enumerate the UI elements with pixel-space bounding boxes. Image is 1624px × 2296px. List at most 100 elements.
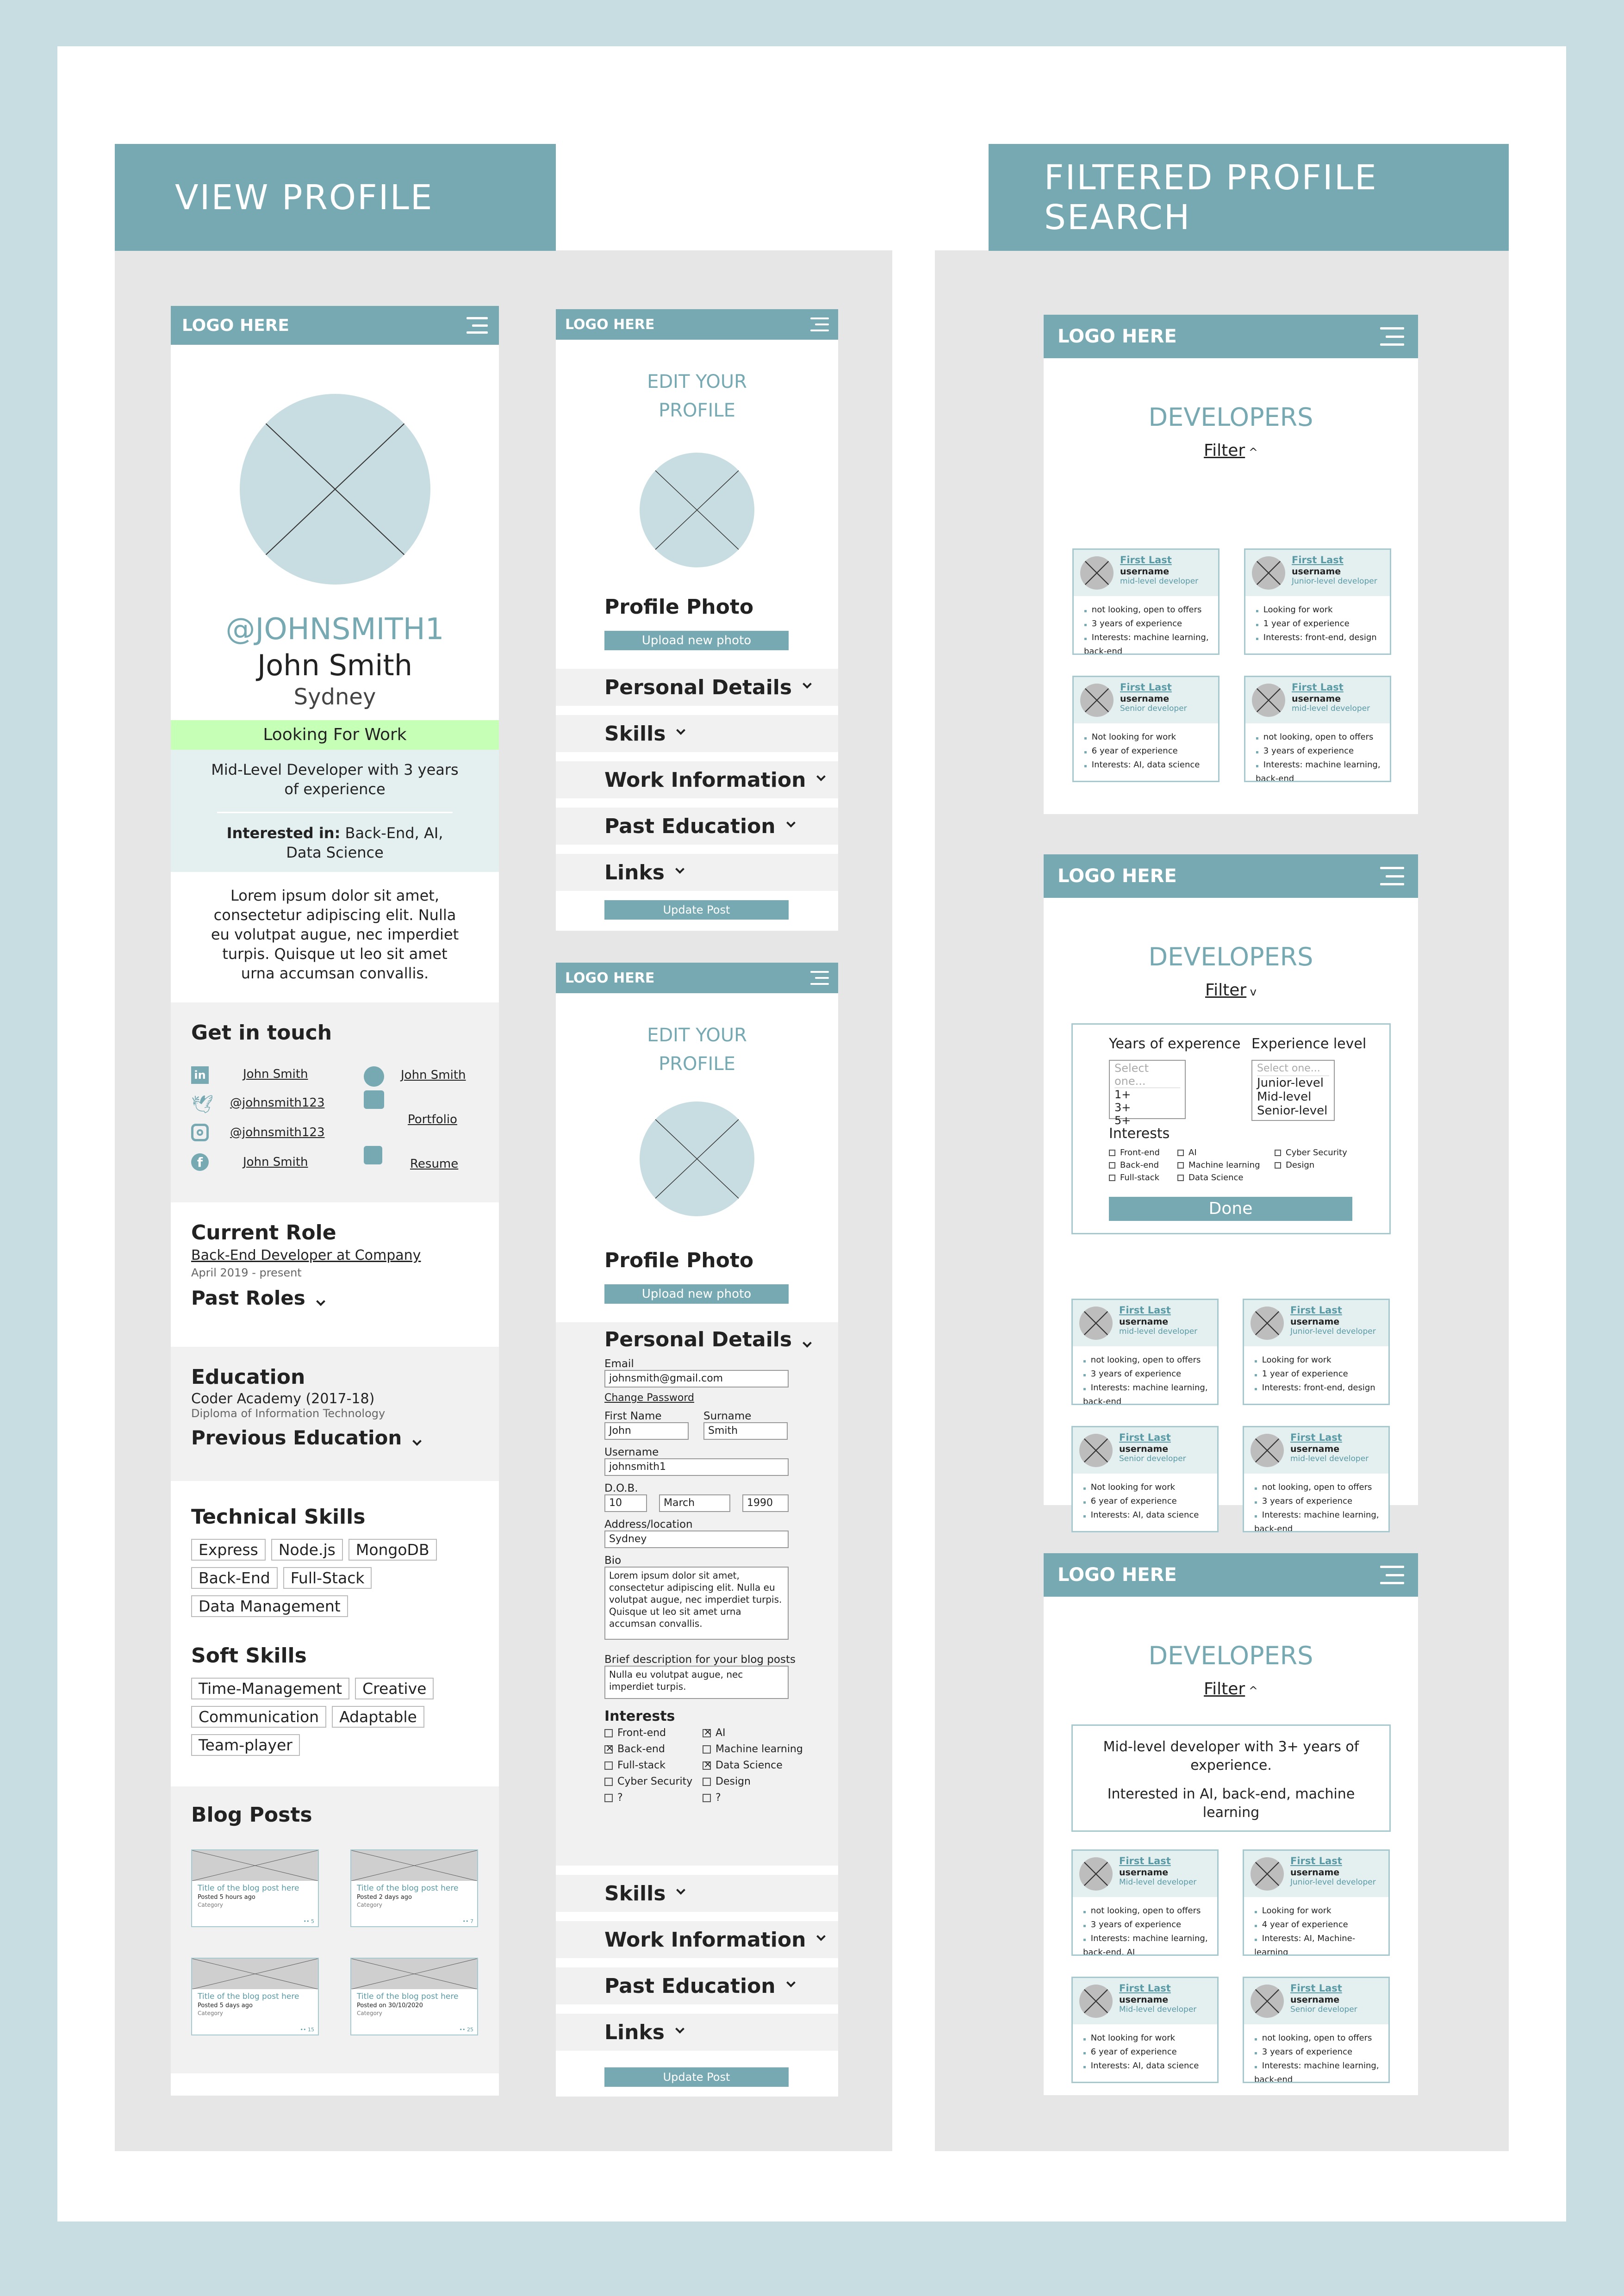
interest-checkbox[interactable]: Machine learning [703, 1743, 804, 1755]
developer-name-link[interactable]: First Last [1290, 1983, 1342, 1994]
interest-checkbox[interactable]: ? [703, 1792, 804, 1804]
upload-photo-button[interactable]: Upload new photo [604, 1284, 789, 1304]
interest-checkbox[interactable]: Design [1275, 1160, 1367, 1170]
contact-facebook[interactable]: John Smith [243, 1155, 308, 1169]
username-field[interactable]: johnsmith1 [604, 1458, 789, 1476]
contact-twitter[interactable]: @johnsmith123 [230, 1096, 324, 1110]
hamburger-icon[interactable] [1380, 867, 1404, 885]
contact-instagram[interactable]: @johnsmith123 [230, 1126, 324, 1139]
first-name-field[interactable]: John [604, 1422, 689, 1440]
developer-name-link[interactable]: First Last [1119, 1855, 1171, 1867]
hamburger-icon[interactable] [810, 317, 829, 331]
developer-name-link[interactable]: First Last [1292, 682, 1344, 693]
select-option[interactable]: Mid-level [1257, 1090, 1329, 1104]
developer-card[interactable]: First Lastusernamemid-level developernot… [1071, 1299, 1219, 1405]
interest-checkbox[interactable]: ? [604, 1792, 703, 1804]
developer-card[interactable]: First Lastusernamemid-level developernot… [1072, 548, 1220, 655]
interest-checkbox[interactable]: Design [703, 1776, 804, 1787]
filter-toggle[interactable]: Filter v [1044, 981, 1418, 1000]
developer-name-link[interactable]: First Last [1290, 1305, 1342, 1316]
interest-checkbox[interactable]: Front-end [1109, 1148, 1177, 1157]
resume-icon[interactable] [364, 1146, 382, 1164]
contact-resume[interactable]: Resume [410, 1157, 458, 1171]
select-option[interactable]: 3+ [1114, 1101, 1180, 1114]
interest-checkbox[interactable]: Front-end [604, 1727, 703, 1739]
developer-card[interactable]: First LastusernameMid-level developernot… [1071, 1849, 1219, 1956]
personal-details-toggle[interactable]: Personal Details [556, 669, 838, 706]
interest-checkbox[interactable]: Full-stack [604, 1760, 703, 1771]
developer-name-link[interactable]: First Last [1119, 1983, 1171, 1994]
interest-checkbox[interactable]: Full-stack [1109, 1173, 1177, 1182]
developer-name-link[interactable]: First Last [1120, 554, 1172, 566]
brief-field[interactable]: Nulla eu volutpat augue, nec imperdiet t… [604, 1666, 789, 1699]
developer-name-link[interactable]: First Last [1292, 554, 1344, 566]
address-field[interactable]: Sydney [604, 1531, 789, 1548]
developer-name-link[interactable]: First Last [1290, 1855, 1342, 1867]
interest-checkbox[interactable]: Machine learning [1177, 1160, 1275, 1170]
developer-card[interactable]: First LastusernameMid-level developerNot… [1071, 1977, 1219, 2083]
interest-checkbox[interactable]: Back-end [604, 1742, 703, 1755]
developer-card[interactable]: First Last username Junior-level developer… [1243, 1849, 1390, 1956]
logo[interactable]: LOGO HERE [1058, 326, 1177, 347]
blog-card[interactable]: Title of the blog post here Posted on 30… [350, 1958, 478, 2035]
select-option[interactable]: 1+ [1114, 1088, 1180, 1101]
filter-toggle[interactable]: Filter ^ [1044, 1680, 1418, 1699]
hamburger-icon[interactable] [1380, 1566, 1404, 1584]
logo[interactable]: LOGO HERE [1058, 1564, 1177, 1586]
years-select[interactable]: Select one... 1+ 3+ 5+ [1109, 1060, 1186, 1127]
linkedin-icon[interactable]: in [191, 1066, 209, 1084]
portfolio-icon[interactable] [364, 1090, 384, 1109]
instagram-icon[interactable] [191, 1124, 209, 1141]
links-toggle[interactable]: Links [556, 2014, 838, 2051]
twitter-icon[interactable]: 🕊 [191, 1095, 213, 1114]
interest-checkbox[interactable]: AI [703, 1726, 804, 1739]
work-information-toggle[interactable]: Work Information [556, 1921, 838, 1958]
select-option[interactable]: Junior-level [1257, 1076, 1329, 1090]
developer-card[interactable]: First Lastusernamemid-level developernot… [1243, 1426, 1390, 1532]
contact-linkedin[interactable]: John Smith [243, 1067, 308, 1081]
developer-name-link[interactable]: First Last [1119, 1305, 1171, 1316]
hamburger-icon[interactable] [467, 317, 488, 334]
logo[interactable]: LOGO HERE [565, 970, 654, 986]
surname-field[interactable]: Smith [703, 1422, 788, 1440]
select-option[interactable]: Senior-level [1257, 1104, 1329, 1118]
hamburger-icon[interactable] [810, 971, 829, 985]
developer-card[interactable]: First LastusernameSenior developerNot lo… [1072, 676, 1220, 782]
interest-checkbox[interactable]: Data Science [1177, 1173, 1275, 1182]
email-field[interactable]: johnsmith@gmail.com [604, 1370, 789, 1388]
past-education-toggle[interactable]: Past Education [556, 808, 838, 845]
blog-card[interactable]: Title of the blog post here Posted 5 hou… [191, 1849, 319, 1927]
logo[interactable]: LOGO HERE [182, 316, 289, 335]
done-button[interactable]: Done [1109, 1197, 1352, 1221]
interest-checkbox[interactable]: Cyber Security [1275, 1148, 1367, 1157]
past-roles-toggle[interactable]: Past Roles [191, 1287, 479, 1309]
dob-year-field[interactable]: 1990 [742, 1494, 789, 1512]
personal-details-toggle[interactable]: Personal Details [604, 1328, 838, 1351]
developer-card[interactable]: First Last username Junior-level developer… [1243, 1299, 1390, 1405]
blog-card[interactable]: Title of the blog post here Posted 2 day… [350, 1849, 478, 1927]
select-option[interactable]: 5+ [1114, 1114, 1180, 1127]
interest-checkbox[interactable]: AI [1177, 1148, 1275, 1157]
upload-photo-button[interactable]: Upload new photo [604, 631, 789, 650]
developer-card[interactable]: First Lastusernamemid-level developernot… [1244, 676, 1391, 782]
work-information-toggle[interactable]: Work Information [556, 761, 838, 798]
developer-card[interactable]: First LastusernameSenior developernot lo… [1243, 1977, 1390, 2083]
update-post-button[interactable]: Update Post [604, 2067, 789, 2087]
links-toggle[interactable]: Links [556, 854, 838, 891]
developer-name-link[interactable]: First Last [1119, 1432, 1171, 1443]
contact-github[interactable]: John Smith [401, 1068, 466, 1082]
blog-card[interactable]: Title of the blog post here Posted 5 day… [191, 1958, 319, 2035]
bio-field[interactable]: Lorem ipsum dolor sit amet, consectetur … [604, 1567, 789, 1640]
current-role[interactable]: Back-End Developer at Company [191, 1247, 479, 1263]
skills-toggle[interactable]: Skills [556, 715, 838, 752]
contact-portfolio[interactable]: Portfolio [408, 1113, 457, 1126]
past-education-toggle[interactable]: Past Education [556, 1967, 838, 2004]
dob-day-field[interactable]: 10 [604, 1494, 647, 1512]
change-password-link[interactable]: Change Password [604, 1392, 838, 1404]
interest-checkbox[interactable]: Cyber Security [604, 1776, 703, 1787]
skills-toggle[interactable]: Skills [556, 1875, 838, 1912]
facebook-icon[interactable]: f [191, 1153, 209, 1171]
logo[interactable]: LOGO HERE [1058, 865, 1177, 887]
developer-name-link[interactable]: First Last [1120, 682, 1172, 693]
interest-checkbox[interactable]: Back-end [1109, 1160, 1177, 1170]
